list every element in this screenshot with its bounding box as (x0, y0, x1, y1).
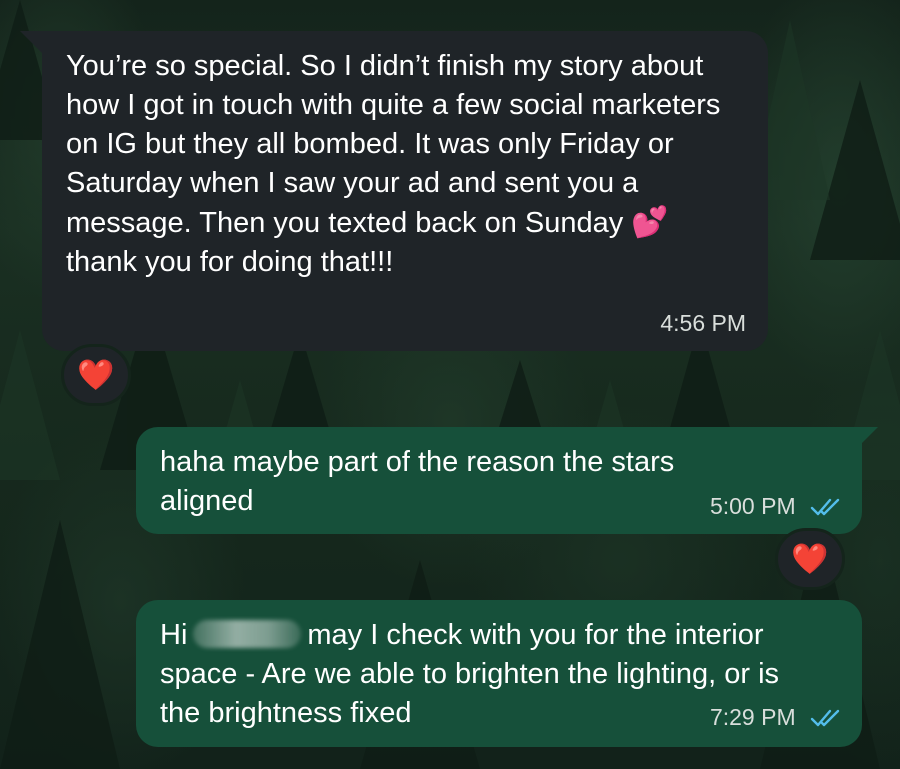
heart-icon: ❤️ (791, 542, 829, 576)
message-text-part1: You’re so special. So I didn’t finish my… (66, 50, 721, 239)
incoming-message-text: You’re so special. So I didn’t finish my… (66, 47, 744, 282)
message-time: 5:00 PM (709, 493, 796, 520)
outgoing-message-bubble[interactable]: haha maybe part of the reason the stars … (136, 427, 862, 534)
heart-icon: ❤️ (77, 358, 115, 392)
outgoing-message-bubble[interactable]: Hi may I check with you for the interior … (136, 600, 862, 747)
message-text-part2: thank you for doing that!!! (66, 246, 394, 278)
message-timestamp: 4:56 PM (660, 310, 746, 336)
incoming-message-bubble[interactable]: You’re so special. So I didn’t finish my… (42, 31, 768, 351)
heart-reaction-badge[interactable]: ❤️ (775, 528, 845, 590)
double-check-read-icon (810, 705, 842, 733)
two-hearts-emoji: 💕 (631, 206, 669, 239)
incoming-bubble-tail (20, 31, 42, 53)
redacted-name (193, 620, 302, 648)
greeting-text: Hi (160, 619, 188, 651)
message-time: 7:29 PM (709, 704, 796, 731)
message-timestamp: 5:00 PM (710, 492, 842, 522)
outgoing-message-text: haha maybe part of the reason the stars … (160, 446, 675, 517)
heart-reaction-badge[interactable]: ❤️ (61, 344, 131, 406)
outgoing-message-text: Hi may I check with you for the interior … (160, 616, 800, 733)
double-check-read-icon (810, 494, 842, 522)
message-timestamp: 7:29 PM (710, 703, 842, 733)
